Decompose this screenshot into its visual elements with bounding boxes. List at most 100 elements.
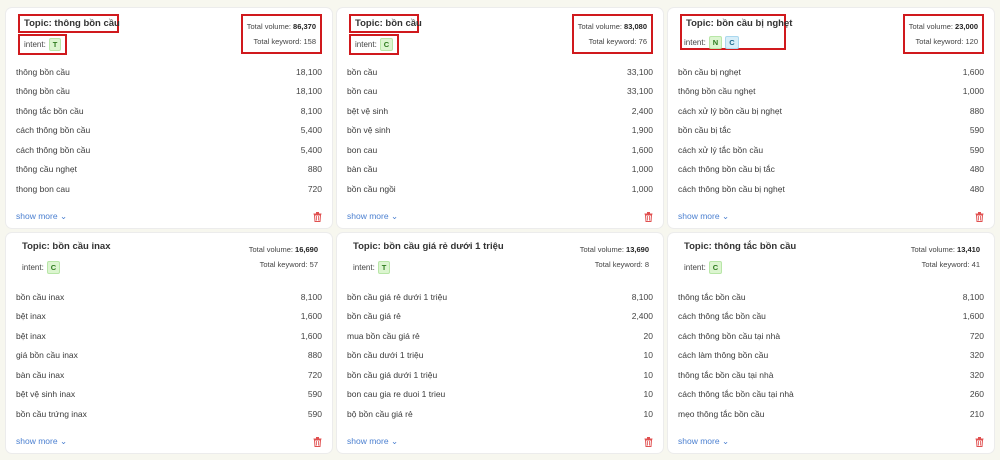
keyword-row: cách xử lý tắc bồn cầu 590 [678,140,984,160]
topic-title[interactable]: Topic: bồn cầu giá rẻ dưới 1 triệu [349,239,508,254]
keyword: thông bồn cầu nghẹt [678,86,756,97]
keyword-volume: 1,900 [631,125,653,136]
keyword-volume: 8,100 [631,291,653,302]
keyword: mẹo thông tắc bồn cầu [678,408,765,419]
keyword-volume: 720 [307,369,322,380]
chevron-down-icon: ⌄ [390,436,399,446]
show-more-link[interactable]: show more ⌄ [16,436,67,447]
show-more-label: show more [678,436,720,446]
total-volume-label: Total volume: [908,22,953,31]
keyword-row: bồn cầu dưới 1 triệu 10 [347,346,653,366]
chevron-down-icon: ⌄ [721,211,730,221]
keyword-volume: 1,000 [962,86,984,97]
show-more-link[interactable]: show more ⌄ [16,211,67,222]
keyword-row: bồn cầu giá dưới 1 triệu 10 [347,365,653,385]
keyword-row: bồn cầu bị tắc 590 [678,121,984,141]
keyword-volume: 590 [307,408,322,419]
trash-icon[interactable] [644,211,653,222]
keyword-row: bệt inax 1,600 [16,307,322,327]
keyword: cách làm thông bồn cầu [678,350,769,361]
card-header: Topic: bồn cầu intent: C Total volume: 8… [347,8,653,60]
keyword-volume: 880 [307,164,322,175]
keyword-row: cách thông bồn cầu 5,400 [16,121,322,141]
keyword: thông bồn cầu [16,86,70,97]
keyword: bồn cầu bị tắc [678,125,731,136]
keyword-volume: 18,100 [296,66,322,77]
keyword: cách thông bồn cầu bị nghẹt [678,183,785,194]
keyword-list: bồn cầu inax 8,100 bệt inax 1,600 bệt inax… [16,287,322,424]
keyword: bàn cầu [347,164,378,175]
keyword-volume: 8,100 [300,291,322,302]
topic-title[interactable]: Topic: thông tắc bồn cầu [680,239,800,254]
chevron-down-icon: ⌄ [59,436,68,446]
total-volume-value: 13,690 [626,245,649,254]
keyword-row: cách xử lý bồn cầu bị nghẹt 880 [678,101,984,121]
keyword: bệt vệ sinh inax [16,389,76,400]
show-more-link[interactable]: show more ⌄ [347,436,398,447]
total-volume-value: 13,410 [957,245,980,254]
trash-icon[interactable] [313,211,322,222]
topic-title[interactable]: Topic: thông bồn cầu [18,14,120,33]
keyword: cách thông tắc bồn cầu [678,311,766,322]
total-volume-value: 16,690 [295,245,318,254]
totals-box: Total volume: 23,000 Total keyword: 120 [902,14,984,54]
keyword-list: bồn cầu bị nghẹt 1,600 thông bồn cầu nghẹ… [678,62,984,199]
keyword: bệt inax [16,330,46,341]
total-volume-label: Total volume: [577,22,622,31]
intent-row: intent: C [680,259,726,276]
keyword-volume: 1,600 [631,144,653,155]
trash-icon[interactable] [313,436,322,447]
keyword: bồn cầu [347,66,378,77]
totals-box: Total volume: 86,370 Total keyword: 158 [240,14,322,54]
keyword: bàn cầu inax [16,369,65,380]
keyword-volume: 10 [643,350,653,361]
keyword-volume: 5,400 [300,144,322,155]
keyword-row: bồn cầu giá rẻ 2,400 [347,307,653,327]
trash-icon[interactable] [975,211,984,222]
keyword: bồn cầu bị nghẹt [678,66,741,77]
keyword-row: mua bồn cầu giá rẻ 20 [347,326,653,346]
intent-label: intent: [684,38,706,47]
keyword: bon cau gia re duoi 1 trieu [347,389,446,400]
keyword-volume: 1,600 [300,311,322,322]
intent-badge: C [46,261,61,274]
keyword-volume: 5,400 [300,125,322,136]
intent-label: intent: [353,263,375,272]
total-keyword-value: 76 [638,37,647,46]
show-more-link[interactable]: show more ⌄ [678,211,729,222]
keyword: thông tắc bồn cầu [678,291,746,302]
show-more-link[interactable]: show more ⌄ [347,211,398,222]
total-volume-label: Total volume: [248,245,293,254]
total-keyword-value: 41 [971,260,980,269]
keyword: bồn cầu trứng inax [16,408,87,419]
intent-label: intent: [684,263,706,272]
show-more-label: show more [347,436,389,446]
keyword-row: bệt vệ sinh 2,400 [347,101,653,121]
topic-card: Topic: bồn cầu intent: C Total volume: 8… [337,8,663,228]
keyword-row: thông tắc bồn cầu tại nhà 320 [678,365,984,385]
keyword-volume: 2,400 [631,311,653,322]
intent-row: intent: C [18,259,64,276]
keyword-volume: 33,100 [627,66,653,77]
keyword-volume: 1,600 [962,311,984,322]
topic-title[interactable]: Topic: bồn cầu inax [18,239,115,254]
intent-badge: C [725,36,739,49]
intent-badge: C [708,261,723,274]
intent-badge: N [708,36,723,49]
show-more-label: show more [678,211,720,221]
keyword: thông tắc bồn cầu [16,105,84,116]
chevron-down-icon: ⌄ [390,211,399,221]
card-footer: show more ⌄ [678,436,984,447]
keyword: mua bồn cầu giá rẻ [347,330,420,341]
topic-title[interactable]: Topic: bồn cầu [349,14,422,33]
intent-label: intent: [355,40,377,49]
keyword: thông bồn cầu [16,66,70,77]
show-more-link[interactable]: show more ⌄ [678,436,729,447]
trash-icon[interactable] [644,436,653,447]
keyword: thông tắc bồn cầu tại nhà [678,369,774,380]
trash-icon[interactable] [975,436,984,447]
keyword-volume: 1,000 [631,164,653,175]
keyword-row: bồn cầu bị nghẹt 1,600 [678,62,984,82]
card-header: Topic: bồn cầu inax intent: C Total volu… [16,233,322,285]
total-volume-label: Total volume: [579,245,624,254]
